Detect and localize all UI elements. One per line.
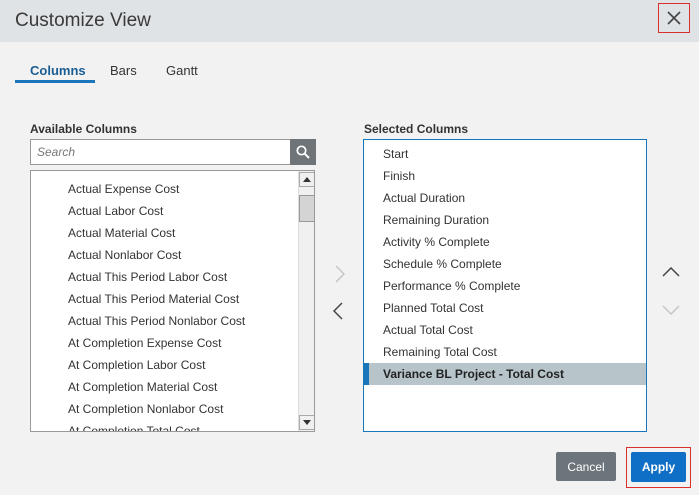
list-item[interactable]: Actual Total Cost	[364, 319, 646, 341]
list-item[interactable]: Remaining Total Cost	[364, 341, 646, 363]
search-button[interactable]	[290, 139, 316, 165]
list-item[interactable]: At Completion Expense Cost	[68, 332, 221, 354]
list-item[interactable]: Actual Nonlabor Cost	[68, 244, 181, 266]
search-icon	[296, 145, 310, 159]
close-icon	[667, 11, 681, 25]
remove-column-button[interactable]	[328, 299, 348, 323]
tab-columns[interactable]: Columns	[30, 55, 86, 83]
list-item[interactable]: At Completion Total Cost	[68, 420, 200, 431]
list-item[interactable]: Actual Labor Cost	[68, 200, 163, 222]
dialog-title: Customize View	[15, 10, 151, 31]
chevron-right-icon	[335, 265, 345, 283]
tab-bars[interactable]: Bars	[110, 55, 137, 83]
available-columns-label: Available Columns	[30, 122, 137, 136]
scroll-thumb[interactable]	[299, 195, 314, 222]
arrow-up-icon	[303, 177, 311, 182]
scrollbar[interactable]	[298, 171, 314, 431]
list-item[interactable]: Schedule % Complete	[364, 253, 646, 275]
list-item[interactable]: Remaining Duration	[364, 209, 646, 231]
active-tab-indicator	[15, 80, 95, 83]
list-item[interactable]: Finish	[364, 165, 646, 187]
list-item[interactable]: Actual Duration	[364, 187, 646, 209]
selected-columns-list[interactable]: Start Finish Actual Duration Remaining D…	[363, 139, 647, 432]
chevron-up-icon	[662, 267, 680, 277]
list-item[interactable]: Actual This Period Labor Cost	[68, 266, 227, 288]
search-box	[30, 139, 316, 165]
search-input[interactable]	[31, 140, 290, 164]
list-item[interactable]: Activity % Complete	[364, 231, 646, 253]
list-item[interactable]: Actual Expense Cost	[68, 178, 179, 200]
add-column-button[interactable]	[330, 262, 350, 286]
scroll-down-button[interactable]	[299, 415, 314, 430]
list-item[interactable]: Start	[364, 143, 646, 165]
list-item[interactable]: Performance % Complete	[364, 275, 646, 297]
list-item[interactable]: Actual This Period Material Cost	[68, 288, 239, 310]
arrow-down-icon	[303, 420, 311, 425]
move-up-button[interactable]	[658, 262, 684, 282]
tab-gantt[interactable]: Gantt	[166, 55, 198, 83]
cancel-button[interactable]: Cancel	[556, 452, 616, 481]
list-item-selected[interactable]: Variance BL Project - Total Cost	[364, 363, 646, 385]
selected-columns-label: Selected Columns	[364, 122, 469, 136]
list-item[interactable]: Planned Total Cost	[364, 297, 646, 319]
list-item[interactable]: At Completion Material Cost	[68, 376, 217, 398]
chevron-left-icon	[333, 302, 343, 320]
close-button[interactable]	[658, 3, 690, 33]
list-item[interactable]: Actual Material Cost	[68, 222, 175, 244]
list-item[interactable]: At Completion Nonlabor Cost	[68, 398, 223, 420]
apply-button[interactable]: Apply	[631, 452, 686, 482]
chevron-down-icon	[662, 305, 680, 315]
move-down-button[interactable]	[658, 300, 684, 320]
available-columns-list[interactable]: Actual Expense Cost Actual Labor Cost Ac…	[30, 170, 315, 432]
list-item[interactable]: Actual This Period Nonlabor Cost	[68, 310, 245, 332]
scroll-up-button[interactable]	[299, 172, 314, 187]
list-item[interactable]: At Completion Labor Cost	[68, 354, 205, 376]
dialog-header: Customize View	[0, 0, 699, 42]
